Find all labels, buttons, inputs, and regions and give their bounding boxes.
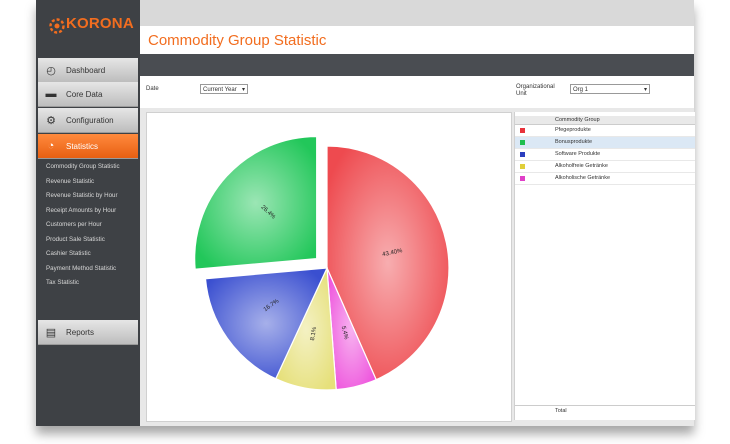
- submenu-item[interactable]: Tax Statistic: [36, 276, 140, 291]
- toolbar: [140, 54, 694, 76]
- org-label-unit: Unit: [516, 91, 527, 97]
- top-strip: [140, 0, 694, 26]
- legend-row[interactable]: Software Produkte: [515, 149, 695, 161]
- submenu-item[interactable]: Commodity Group Statistic: [36, 160, 140, 175]
- nav-reports-label: Reports: [66, 327, 95, 337]
- submenu-item[interactable]: Revenue Statistic by Hour: [36, 189, 140, 204]
- legend-total: Total: [515, 405, 695, 416]
- logo-text: KORONA: [66, 15, 134, 32]
- legend-name: Alkoholfreie Getränke: [555, 163, 608, 169]
- statistics-submenu: Commodity Group Statistic Revenue Statis…: [36, 160, 140, 291]
- legend-swatch: [520, 128, 525, 133]
- date-label: Date: [146, 86, 159, 92]
- legend-row[interactable]: Alkoholische Getränke: [515, 173, 695, 185]
- nav-core-data-label: Core Data: [66, 89, 103, 99]
- legend-swatch: [520, 176, 525, 181]
- date-select[interactable]: Current Year ▾: [200, 84, 248, 94]
- logo-icon: [49, 18, 65, 34]
- submenu-item[interactable]: Product Sale Statistic: [36, 233, 140, 248]
- legend-swatch: [520, 140, 525, 145]
- date-select-value: Current Year: [203, 87, 237, 93]
- legend-swatch: [520, 164, 525, 169]
- legend-header-label: Commodity Group: [555, 117, 600, 123]
- nav-configuration[interactable]: ⚙ Configuration: [38, 108, 138, 133]
- legend-header: Commodity Group: [515, 116, 695, 125]
- submenu-item[interactable]: Payment Method Statistic: [36, 262, 140, 277]
- chart-panel: 43.40% 5.4% 8.1% 16.7% 26.4%: [146, 112, 512, 422]
- legend-name: Alkoholische Getränke: [555, 175, 611, 181]
- nav-statistics-label: Statistics: [66, 141, 99, 151]
- app-window: KORONA ◴ Dashboard ▬ Core Data ⚙ Configu…: [36, 0, 695, 426]
- filter-bar: Date Current Year ▾ Organizational Unit …: [140, 76, 694, 109]
- legend-swatch: [520, 152, 525, 157]
- submenu-item[interactable]: Customers per Hour: [36, 218, 140, 233]
- chevron-down-icon: ▾: [643, 87, 647, 93]
- legend-total-label: Total: [555, 408, 567, 414]
- report-icon: ▤: [45, 326, 57, 339]
- submenu-item[interactable]: Revenue Statistic: [36, 175, 140, 190]
- legend-row[interactable]: Bonusprodukte: [515, 137, 695, 149]
- legend-name: Pfegeprodukte: [555, 127, 591, 133]
- org-select-value: Org 1: [573, 87, 589, 93]
- org-unit-select[interactable]: Org 1 ▾: [570, 84, 650, 94]
- nav-core-data[interactable]: ▬ Core Data: [38, 82, 138, 107]
- main-content: Commodity Group Statistic Date Current Y…: [140, 0, 695, 426]
- gears-icon: ⚙: [46, 114, 56, 127]
- legend-row[interactable]: Pfegeprodukte: [515, 125, 695, 137]
- submenu-item[interactable]: Cashier Statistic: [36, 247, 140, 262]
- pie-chart: 43.40%5.4%8.1%16.7%26.4%: [194, 135, 450, 391]
- nav-reports[interactable]: ▤ Reports: [38, 320, 138, 345]
- legend-name: Bonusprodukte: [555, 139, 592, 145]
- nav-statistics[interactable]: ◔ Statistics: [38, 134, 138, 159]
- nav-dashboard[interactable]: ◴ Dashboard: [38, 58, 138, 83]
- legend-panel: Commodity Group Pfegeprodukte Bonusprodu…: [514, 112, 695, 420]
- dashboard-icon: ◴: [46, 64, 56, 77]
- page-title: Commodity Group Statistic: [148, 32, 327, 49]
- sidebar: KORONA ◴ Dashboard ▬ Core Data ⚙ Configu…: [36, 0, 140, 426]
- pie-chart-icon: ◔: [47, 140, 55, 152]
- chevron-down-icon: ▾: [241, 87, 245, 93]
- title-bar: Commodity Group Statistic: [140, 26, 694, 54]
- legend-name: Software Produkte: [555, 151, 601, 157]
- org-label: Organizational: [516, 84, 555, 90]
- legend-row[interactable]: Alkoholfreie Getränke: [515, 161, 695, 173]
- folder-icon: ▬: [45, 88, 57, 100]
- pie-slice-highlight: [194, 136, 317, 270]
- nav-dashboard-label: Dashboard: [66, 65, 106, 75]
- nav-configuration-label: Configuration: [66, 115, 114, 125]
- submenu-item[interactable]: Receipt Amounts by Hour: [36, 204, 140, 219]
- logo: KORONA: [36, 0, 140, 54]
